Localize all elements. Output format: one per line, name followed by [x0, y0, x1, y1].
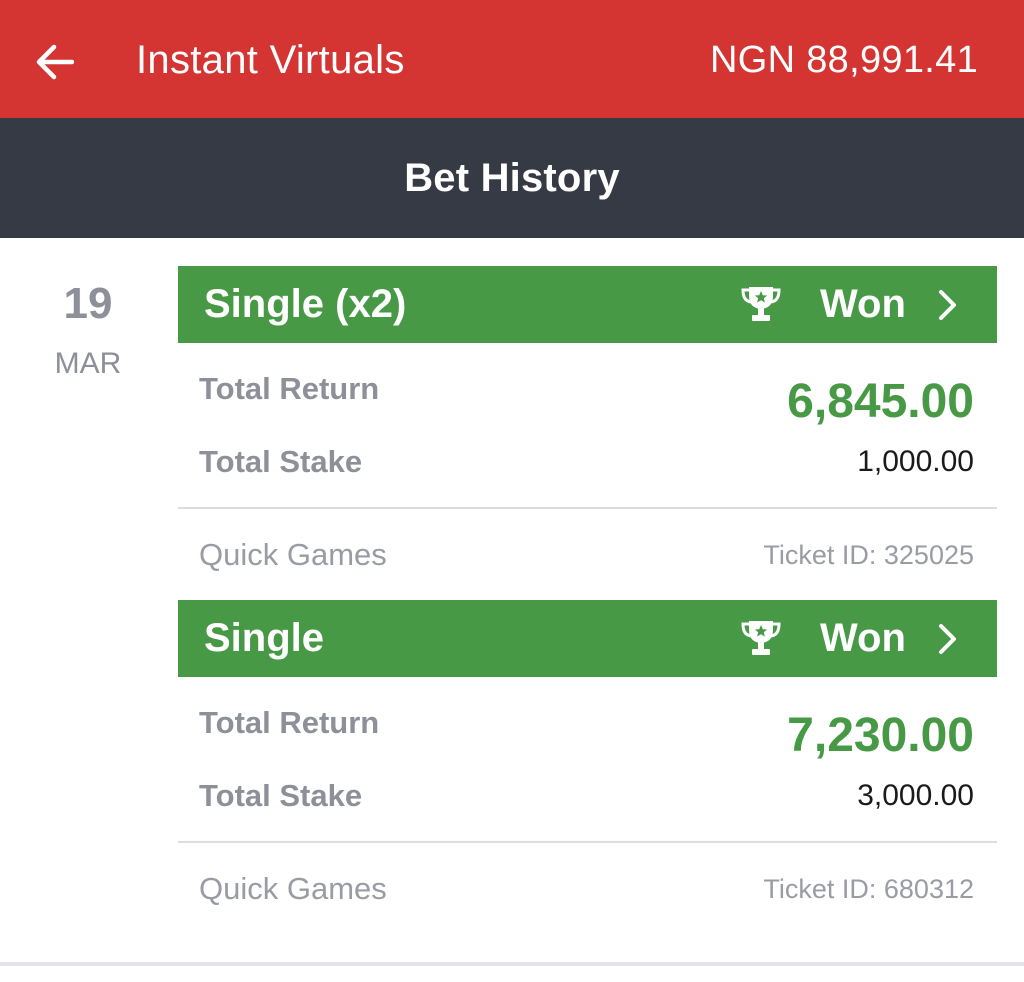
- bet-status: Won: [820, 616, 906, 660]
- date-month: MAR: [54, 347, 122, 380]
- bet-status: Won: [820, 282, 906, 326]
- bet-header-1[interactable]: Single (x2) Won: [178, 266, 997, 343]
- page-title-bar: Bet History: [0, 118, 1024, 238]
- game-name: Quick Games: [199, 871, 387, 906]
- total-return-value: 7,230.00: [787, 709, 974, 762]
- bet-type: Single (x2): [204, 282, 407, 326]
- total-stake-label: Total Stake: [199, 778, 363, 813]
- account-balance: NGN 88,991.41: [710, 39, 978, 81]
- trophy-icon: [741, 287, 781, 321]
- total-stake-value: 1,000.00: [857, 445, 974, 478]
- bet-type: Single: [204, 616, 325, 660]
- chevron-right-icon: [939, 290, 956, 320]
- date-day: 19: [63, 279, 113, 328]
- divider: [178, 841, 997, 843]
- back-button[interactable]: [28, 36, 80, 88]
- page-title: Bet History: [404, 155, 620, 200]
- chevron-right-icon: [939, 624, 956, 654]
- ticket-id: Ticket ID: 325025: [763, 540, 974, 570]
- total-return-label: Total Return: [199, 371, 380, 406]
- game-name: Quick Games: [199, 537, 387, 572]
- bet-header-2[interactable]: Single Won: [178, 600, 997, 677]
- total-return-label: Total Return: [199, 705, 380, 740]
- trophy-icon: [741, 621, 781, 655]
- total-stake-value: 3,000.00: [857, 779, 974, 812]
- list-bottom-divider: [0, 962, 1024, 966]
- ticket-id: Ticket ID: 680312: [763, 874, 974, 904]
- app-header: Instant Virtuals NGN 88,991.41: [0, 0, 1024, 118]
- total-stake-label: Total Stake: [199, 444, 363, 479]
- divider: [178, 507, 997, 509]
- arrow-left-icon: [36, 44, 74, 80]
- app-title: Instant Virtuals: [136, 38, 405, 82]
- total-return-value: 6,845.00: [787, 375, 974, 428]
